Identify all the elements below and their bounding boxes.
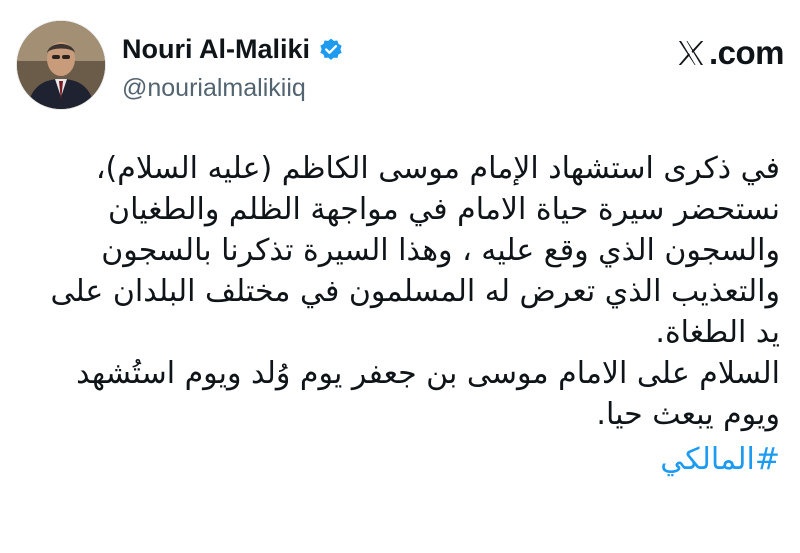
tweet-body: في ذكرى استشهاد الإمام موسى الكاظم (عليه…: [40, 148, 780, 480]
brand-watermark: .com: [675, 34, 785, 72]
author-handle[interactable]: @nourialmalikiiq: [122, 74, 306, 103]
tweet-paragraph-2: السلام على الامام موسى بن جعفر يوم وُلد …: [76, 356, 780, 432]
brand-text: .com: [708, 34, 785, 71]
avatar-photo-icon: [17, 21, 105, 109]
tweet-header: Nouri Al-Maliki @nourialmalikiiq .com: [14, 18, 786, 118]
x-logo-icon: [678, 41, 704, 65]
avatar[interactable]: [16, 20, 106, 110]
verified-badge-icon: [320, 38, 342, 60]
author-name-row: Nouri Al-Maliki: [122, 34, 344, 65]
tweet-paragraph-1: في ذكرى استشهاد الإمام موسى الكاظم (عليه…: [50, 151, 780, 350]
author-display-name[interactable]: Nouri Al-Maliki: [122, 34, 310, 65]
hashtag-link[interactable]: #المالكي: [40, 439, 780, 480]
